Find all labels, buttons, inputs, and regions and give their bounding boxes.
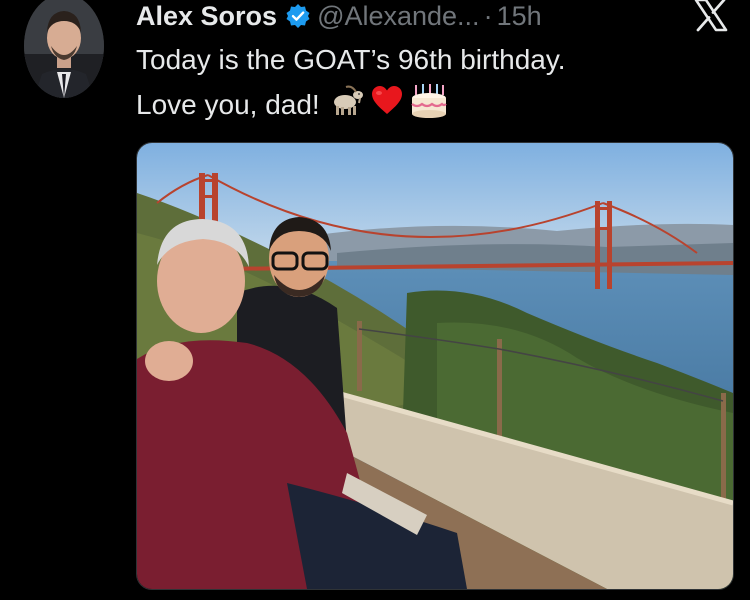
author-avatar[interactable]: [24, 0, 104, 98]
birthday-cake-emoji: [410, 82, 448, 131]
goat-emoji: [326, 84, 364, 129]
tweet-header: Alex Soros @Alexande... · 15h: [136, 0, 542, 36]
header-separator: ·: [483, 0, 493, 31]
tweet-photo[interactable]: [136, 142, 734, 590]
tweet-text-line-2-text: Love you, dad!: [136, 88, 320, 120]
x-logo-icon: [694, 0, 728, 32]
author-handle[interactable]: @Alexande...: [317, 1, 480, 32]
tweet-text-line-1: Today is the GOAT’s 96th birthday.: [136, 44, 566, 75]
tweet-text: Today is the GOAT’s 96th birthday. Love …: [136, 38, 726, 131]
author-name[interactable]: Alex Soros: [136, 1, 277, 32]
tweet-timestamp[interactable]: 15h: [497, 1, 542, 32]
tweet-text-line-2: Love you, dad!: [136, 82, 726, 131]
verified-badge-icon: [285, 3, 311, 29]
red-heart-emoji: [370, 84, 404, 129]
